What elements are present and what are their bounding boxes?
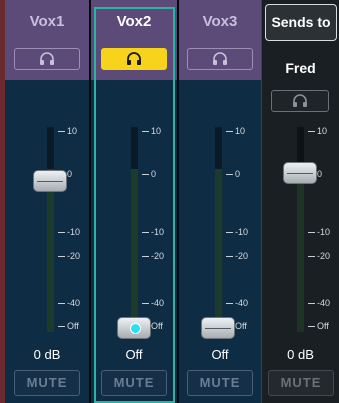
sends-level: 0 dB: [287, 347, 314, 362]
level-meter: [215, 127, 222, 332]
scale-tick: [58, 131, 65, 132]
headphones-icon: [293, 94, 307, 107]
scale-tick: [58, 326, 65, 327]
headphones-icon: [40, 52, 54, 65]
scale-label: Off: [151, 321, 163, 331]
fader-knob[interactable]: [201, 317, 235, 339]
channel-header: Vox1: [5, 0, 89, 80]
scale-tick: [142, 174, 149, 175]
scale-label: -10: [151, 227, 165, 237]
level-meter: [297, 127, 304, 332]
fader-level: 0 dB: [33, 347, 61, 362]
scale-tick: [308, 131, 315, 132]
scale-label: -10: [317, 227, 331, 237]
headphones-icon: [127, 52, 141, 65]
level-meter: [131, 127, 138, 332]
fader-level: Off: [211, 347, 229, 362]
scale-tick: [142, 256, 149, 257]
scale-label: Off: [67, 321, 79, 331]
scale-label: -40: [317, 298, 331, 308]
channel-header: Vox2: [91, 0, 177, 80]
pfl-button[interactable]: [187, 48, 253, 70]
scale-label: 0: [151, 169, 157, 179]
mute-button[interactable]: MUTE: [101, 370, 167, 396]
channel-name[interactable]: Vox2: [91, 13, 177, 30]
fader-knob[interactable]: [283, 162, 317, 184]
scale-label: -10: [235, 227, 249, 237]
channel-strip-vox3[interactable]: Vox3 10 0 -10 -20 -40 Off Off MUTE: [179, 0, 261, 403]
scale-label: -40: [235, 298, 249, 308]
scale-label: 0: [67, 169, 73, 179]
sends-target-name: Fred: [285, 60, 316, 76]
scale-tick: [226, 232, 233, 233]
fader-level: Off: [125, 347, 143, 362]
sends-panel: Sends to Fred 10 0 -10 -20 -40 Off 0 dB …: [261, 0, 339, 403]
scale-tick: [226, 256, 233, 257]
pfl-button[interactable]: [101, 48, 167, 70]
scale-tick: [226, 131, 233, 132]
scale-label: -40: [151, 298, 165, 308]
headphones-icon: [213, 52, 227, 65]
scale-tick: [308, 232, 315, 233]
scale-tick: [142, 303, 149, 304]
scale-tick: [226, 174, 233, 175]
selected-dot-icon: [130, 323, 141, 334]
scale-label: -40: [67, 298, 81, 308]
scale-label: 10: [151, 126, 162, 136]
scale-label: -20: [151, 251, 165, 261]
channel-name[interactable]: Vox3: [179, 13, 261, 30]
mixer-view: Vox1 10 0 -10 -20 -40 Off 0 dB MUTE Vox2…: [0, 0, 339, 403]
scale-label: 0: [317, 169, 323, 179]
scale-label: -20: [67, 251, 81, 261]
channel-name[interactable]: Vox1: [5, 13, 89, 30]
scale-tick: [308, 326, 315, 327]
pfl-button[interactable]: [14, 48, 80, 70]
scale-tick: [308, 303, 315, 304]
scale-label: Off: [235, 321, 247, 331]
scale-label: -20: [235, 251, 249, 261]
scale-label: 10: [317, 126, 328, 136]
scale-label: -10: [67, 227, 81, 237]
scale-label: 10: [235, 126, 246, 136]
scale-tick: [308, 256, 315, 257]
scale-label: 10: [67, 126, 78, 136]
scale-tick: [142, 232, 149, 233]
mute-button[interactable]: MUTE: [14, 370, 80, 396]
mute-button[interactable]: MUTE: [187, 370, 253, 396]
scale-label: Off: [317, 321, 329, 331]
scale-tick: [58, 232, 65, 233]
sends-pfl-button[interactable]: [271, 90, 329, 112]
level-meter: [47, 127, 54, 332]
fader-knob[interactable]: [33, 170, 67, 192]
channel-strip-vox2[interactable]: Vox2 10 0 -10 -20 -40 Off Off MUTE: [91, 0, 177, 403]
sends-to-tab[interactable]: Sends to: [265, 4, 337, 41]
scale-label: -20: [317, 251, 331, 261]
scale-tick: [226, 303, 233, 304]
scale-tick: [58, 256, 65, 257]
scale-label: 0: [235, 169, 241, 179]
scale-tick: [58, 303, 65, 304]
channel-strip-vox1[interactable]: Vox1 10 0 -10 -20 -40 Off 0 dB MUTE: [5, 0, 89, 403]
channel-header: Vox3: [179, 0, 261, 80]
fader-knob[interactable]: [117, 317, 151, 339]
scale-tick: [142, 131, 149, 132]
sends-mute-button[interactable]: MUTE: [268, 370, 334, 396]
